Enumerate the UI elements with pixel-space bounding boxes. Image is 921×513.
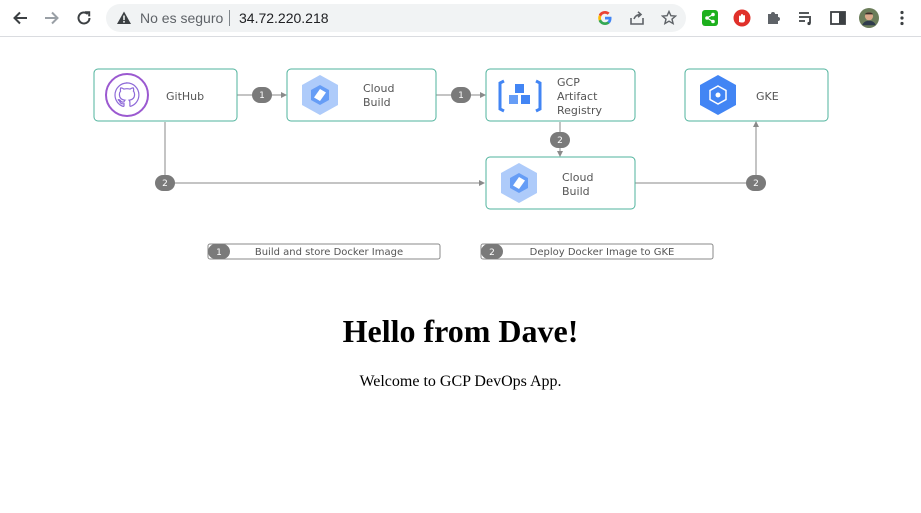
- omnibox-divider: [229, 10, 230, 26]
- svg-text:2: 2: [162, 179, 168, 189]
- adblock-icon[interactable]: [732, 8, 752, 28]
- step-badge: 2: [550, 132, 570, 148]
- legend-item-deploy: 2 Deploy Docker Image to GKE: [480, 243, 714, 260]
- share-icon[interactable]: [628, 9, 646, 27]
- node-cloud-build-top: Cloud Build: [286, 68, 437, 122]
- node-cloud-build-bottom: Cloud Build: [485, 156, 636, 210]
- github-icon: [105, 73, 149, 117]
- legend-label: Deploy Docker Image to GKE: [530, 247, 675, 258]
- menu-kebab-icon[interactable]: [892, 8, 912, 28]
- legend-item-build: 1 Build and store Docker Image: [207, 243, 441, 260]
- svg-text:1: 1: [259, 91, 265, 101]
- node-registry-line3: Registry: [557, 104, 603, 117]
- security-label[interactable]: No es seguro: [140, 10, 223, 26]
- svg-text:2: 2: [753, 179, 759, 189]
- step-badge: 1: [252, 87, 272, 103]
- warning-icon[interactable]: [116, 10, 132, 26]
- address-bar[interactable]: No es seguro 34.72.220.218: [106, 4, 686, 32]
- share-extension-icon[interactable]: [700, 8, 720, 28]
- connector-lines: [164, 92, 759, 186]
- node-cloud-build-bottom-line2: Build: [562, 185, 590, 198]
- forward-icon[interactable]: [40, 6, 64, 30]
- svg-text:1: 1: [458, 91, 464, 101]
- node-registry-line1: GCP: [557, 76, 580, 89]
- back-icon[interactable]: [8, 6, 32, 30]
- node-cloud-build-top-line2: Build: [363, 96, 391, 109]
- bookmark-star-icon[interactable]: [660, 9, 678, 27]
- url-text[interactable]: 34.72.220.218: [239, 10, 329, 26]
- extensions-puzzle-icon[interactable]: [764, 8, 784, 28]
- node-github: GitHub: [93, 68, 238, 122]
- side-panel-icon[interactable]: [828, 8, 848, 28]
- browser-toolbar: No es seguro 34.72.220.218: [0, 0, 921, 37]
- pipeline-diagram: GitHub Cloud Build GCP Artifact Registry: [93, 68, 829, 260]
- profile-avatar[interactable]: [859, 8, 879, 28]
- google-icon[interactable]: [596, 9, 614, 27]
- node-artifact-registry: GCP Artifact Registry: [485, 68, 636, 122]
- legend-number: 2: [489, 248, 495, 258]
- node-cloud-build-top-line1: Cloud: [363, 82, 394, 95]
- node-registry-line2: Artifact: [557, 90, 598, 103]
- connector-deploy-to-gke: [635, 121, 759, 184]
- page-heading: Hello from Dave!: [342, 313, 579, 349]
- connector-github-to-deploy: [164, 122, 485, 186]
- welcome-message: Welcome to GCP DevOps App.: [359, 373, 562, 390]
- step-badge: 1: [451, 87, 471, 103]
- node-github-label: GitHub: [166, 90, 204, 103]
- step-badge: 2: [155, 175, 175, 191]
- legend-number: 1: [216, 248, 222, 258]
- legend-label: Build and store Docker Image: [255, 247, 403, 258]
- reading-list-icon[interactable]: [796, 8, 816, 28]
- node-cloud-build-bottom-line1: Cloud: [562, 171, 593, 184]
- step-badge: 2: [746, 175, 766, 191]
- svg-text:2: 2: [557, 136, 563, 146]
- node-gke-label: GKE: [756, 90, 779, 103]
- node-gke: GKE: [684, 68, 829, 122]
- reload-icon[interactable]: [72, 6, 96, 30]
